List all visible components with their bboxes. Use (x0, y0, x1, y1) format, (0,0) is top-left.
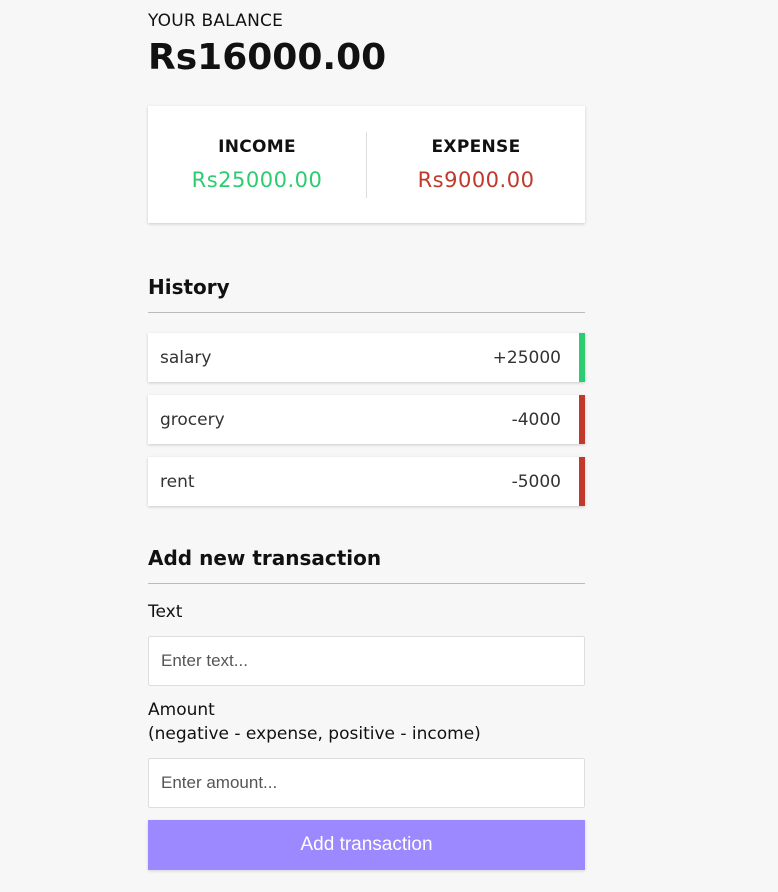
transaction-amount: +25000 (492, 347, 561, 368)
balance-label: YOUR BALANCE (148, 11, 284, 31)
text-input[interactable] (148, 636, 585, 686)
transaction-amount: -4000 (511, 409, 561, 430)
amount-label-text: Amount (148, 700, 215, 720)
text-field-group: Text (148, 600, 585, 686)
history-title: History (148, 273, 585, 313)
expense-label: EXPENSE (431, 136, 521, 157)
amount-field-group: Amount (negative - expense, positive - i… (148, 698, 585, 808)
transaction-list: salary +25000 grocery -4000 rent -5000 (148, 333, 585, 506)
text-label: Text (148, 602, 183, 622)
income-value: Rs25000.00 (191, 167, 323, 192)
transaction-item[interactable]: grocery -4000 (148, 395, 585, 444)
income-section: INCOME Rs25000.00 (148, 131, 367, 198)
income-label: INCOME (218, 136, 296, 157)
amount-label: Amount (negative - expense, positive - i… (148, 698, 585, 746)
amount-hint: (negative - expense, positive - income) (148, 724, 481, 744)
add-transaction-button[interactable]: Add transaction (148, 820, 585, 870)
expense-tracker: YOUR BALANCE Rs16000.00 INCOME Rs25000.0… (148, 0, 585, 870)
amount-input[interactable] (148, 758, 585, 808)
transaction-item[interactable]: salary +25000 (148, 333, 585, 382)
add-transaction-form: Text Amount (negative - expense, positiv… (148, 600, 585, 870)
transaction-text: salary (160, 347, 212, 368)
expense-section: EXPENSE Rs9000.00 (367, 132, 585, 198)
transaction-amount: -5000 (511, 471, 561, 492)
transaction-text: grocery (160, 409, 225, 430)
transaction-item[interactable]: rent -5000 (148, 457, 585, 506)
balance-value: Rs16000.00 (148, 37, 387, 78)
income-expense-card: INCOME Rs25000.00 EXPENSE Rs9000.00 (148, 106, 585, 223)
expense-value: Rs9000.00 (417, 167, 535, 192)
transaction-text: rent (160, 471, 195, 492)
add-transaction-title: Add new transaction (148, 544, 585, 584)
